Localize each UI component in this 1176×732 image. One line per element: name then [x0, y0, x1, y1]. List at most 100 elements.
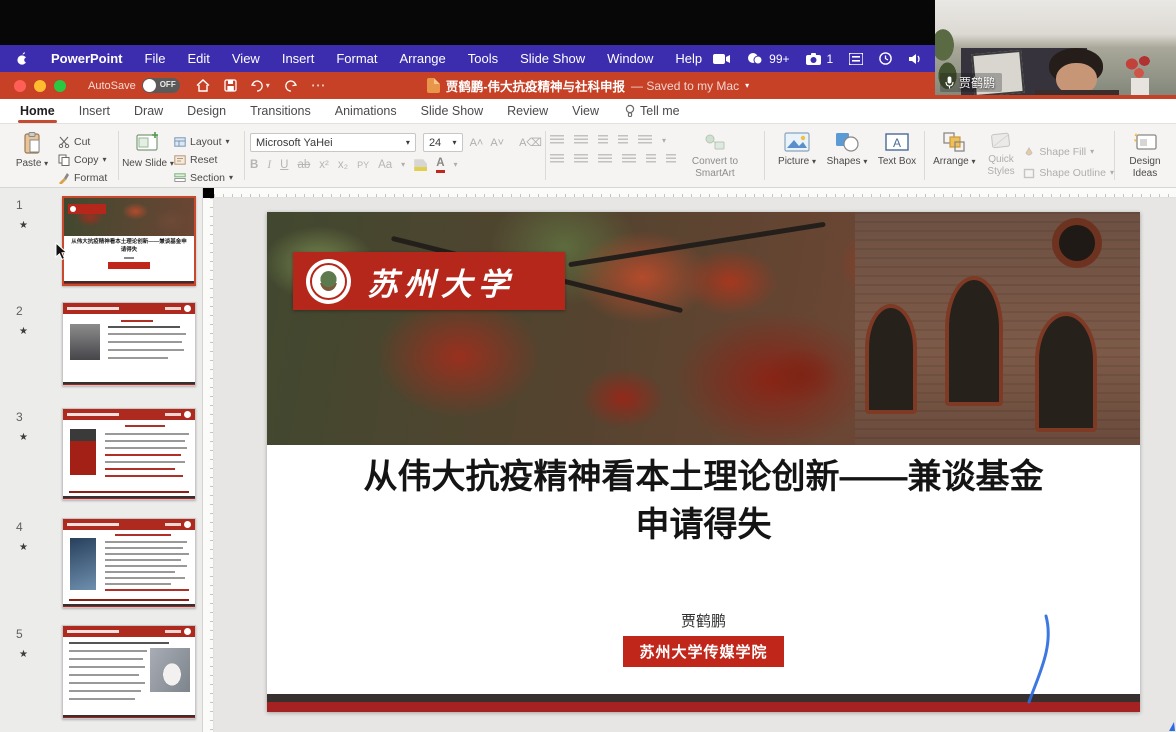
paste-button[interactable]: Paste ▾ [6, 124, 58, 187]
apple-menu[interactable] [6, 51, 40, 66]
redo-icon[interactable] [284, 80, 297, 92]
thumbnail-box[interactable] [62, 408, 196, 500]
menu-edit[interactable]: Edit [176, 51, 220, 66]
menu-view[interactable]: View [221, 51, 271, 66]
tab-view[interactable]: View [560, 102, 611, 120]
copy-button[interactable]: Copy ▾ [58, 153, 107, 167]
align-left-icon[interactable] [550, 154, 564, 165]
save-icon[interactable] [224, 79, 237, 92]
minimize-window-button[interactable] [34, 80, 46, 92]
tab-design[interactable]: Design [175, 102, 238, 120]
decrease-indent-icon[interactable] [598, 135, 608, 146]
thumbnail-box[interactable] [62, 518, 196, 608]
italic-button[interactable]: I [267, 159, 271, 171]
quick-styles-button[interactable]: Quick Styles [979, 124, 1024, 187]
home-icon[interactable] [196, 79, 210, 92]
menu-slide-show[interactable]: Slide Show [509, 51, 596, 66]
clock-icon[interactable] [879, 52, 892, 65]
menu-format[interactable]: Format [325, 51, 388, 66]
saved-status[interactable]: — Saved to my Mac [631, 79, 739, 93]
close-window-button[interactable] [14, 80, 26, 92]
format-painter-button[interactable]: Format [58, 171, 107, 185]
grow-font-button[interactable]: A˄ [470, 137, 484, 149]
highlight-color-button[interactable] [414, 159, 427, 171]
bullets-icon[interactable] [550, 135, 564, 146]
tab-slide-show[interactable]: Slide Show [409, 102, 496, 120]
convert-smartart-button[interactable]: Convert to SmartArt [684, 124, 746, 187]
superscript-button[interactable]: x² [319, 159, 329, 171]
tab-animations[interactable]: Animations [323, 102, 409, 120]
tab-review[interactable]: Review [495, 102, 560, 120]
slide-title[interactable]: 从伟大抗疫精神看本土理论创新——兼谈基金申请得失 [307, 454, 1100, 549]
shapes-button[interactable]: Shapes ▾ [822, 124, 872, 187]
thumbnail-slide-1[interactable]: 1 ★ 从伟大抗疫精神看本土理论创新——兼谈基金申请得失 [0, 196, 203, 288]
vertical-ruler[interactable] [203, 198, 214, 732]
tell-me-button[interactable]: Tell me [625, 104, 680, 118]
thumbnail-slide-4[interactable]: 4 ★ [0, 518, 203, 610]
line-spacing-icon[interactable] [638, 135, 652, 146]
chat-bubbles-icon[interactable] [747, 52, 763, 65]
phonetic-guide-button[interactable]: PY [357, 160, 369, 170]
slide-author[interactable]: 贾鹤鹏 [267, 610, 1140, 631]
numbering-icon[interactable] [574, 135, 588, 146]
menu-file[interactable]: File [134, 51, 177, 66]
undo-button[interactable]: ▾ [251, 80, 270, 92]
camera-icon[interactable] [806, 53, 821, 65]
menu-insert[interactable]: Insert [271, 51, 326, 66]
menu-window[interactable]: Window [596, 51, 664, 66]
slide-editor[interactable]: 苏州大学 从伟大抗疫精神看本土理论创新——兼谈基金申请得失 贾鹤鹏 苏州大学传媒… [267, 212, 1140, 712]
thumbnail-slide-5[interactable]: 5 ★ [0, 625, 203, 721]
menu-arrange[interactable]: Arrange [389, 51, 457, 66]
menu-powerpoint[interactable]: PowerPoint [40, 51, 134, 66]
clear-formatting-button[interactable]: A⌫ [519, 136, 542, 149]
affiliation-box[interactable]: 苏州大学传媒学院 [623, 636, 783, 667]
strikethrough-button[interactable]: ab [297, 159, 310, 171]
menu-tools[interactable]: Tools [457, 51, 509, 66]
tab-home[interactable]: Home [8, 102, 67, 120]
align-center-icon[interactable] [574, 154, 588, 165]
thumbnail-box[interactable] [62, 625, 196, 719]
autosave-control[interactable]: AutoSave OFF [88, 78, 180, 93]
font-color-button[interactable]: A [436, 158, 444, 173]
tab-transitions[interactable]: Transitions [238, 102, 323, 120]
university-seal-icon [306, 259, 351, 304]
design-ideas-button[interactable]: Design Ideas [1118, 124, 1172, 187]
bold-button[interactable]: B [250, 159, 258, 171]
tab-insert[interactable]: Insert [67, 102, 122, 120]
text-box-button[interactable]: A Text Box [872, 124, 922, 187]
shape-fill-button[interactable]: Shape Fill ▾ [1023, 145, 1114, 159]
video-icon[interactable] [713, 53, 731, 65]
change-case-button[interactable]: Aa [378, 159, 392, 171]
shrink-font-button[interactable]: A˅ [490, 137, 504, 149]
tab-draw[interactable]: Draw [122, 102, 175, 120]
underline-button[interactable]: U [280, 159, 288, 171]
font-size-select[interactable]: 24 ▾ [423, 133, 463, 152]
picture-button[interactable]: Picture ▾ [772, 124, 822, 187]
increase-indent-icon[interactable] [618, 135, 628, 146]
thumbnail-box[interactable]: 从伟大抗疫精神看本土理论创新——兼谈基金申请得失 [62, 196, 196, 286]
subscript-button[interactable]: x₂ [338, 159, 348, 171]
thumbnail-slide-2[interactable]: 2 ★ [0, 302, 203, 388]
font-family-select[interactable]: Microsoft YaHei ▾ [250, 133, 416, 152]
arrange-button[interactable]: Arrange ▾ [930, 124, 979, 187]
new-slide-button[interactable]: New Slide ▾ [122, 124, 174, 187]
zoom-window-button[interactable] [54, 80, 66, 92]
shape-outline-button[interactable]: Shape Outline ▾ [1023, 166, 1114, 180]
layout-button[interactable]: Layout ▾ [174, 135, 233, 149]
volume-icon[interactable] [908, 53, 922, 65]
menu-help[interactable]: Help [664, 51, 713, 66]
align-right-icon[interactable] [598, 154, 612, 165]
autosave-toggle[interactable]: OFF [142, 78, 180, 93]
reset-button[interactable]: Reset [174, 153, 233, 167]
thumbnail-slide-3[interactable]: 3 ★ [0, 408, 203, 502]
section-button[interactable]: Section ▾ [174, 171, 233, 185]
columns-icon[interactable] [646, 154, 656, 165]
thumbnail-box[interactable] [62, 302, 196, 386]
keyboard-icon[interactable] [849, 53, 863, 65]
justify-icon[interactable] [622, 154, 636, 165]
cut-button[interactable]: Cut [58, 135, 107, 149]
mini-portrait-photo [70, 324, 100, 360]
horizontal-ruler[interactable] [214, 188, 1176, 198]
webcam-overlay[interactable]: 贾鹤鹏 [935, 0, 1176, 95]
text-direction-icon[interactable] [666, 154, 676, 165]
